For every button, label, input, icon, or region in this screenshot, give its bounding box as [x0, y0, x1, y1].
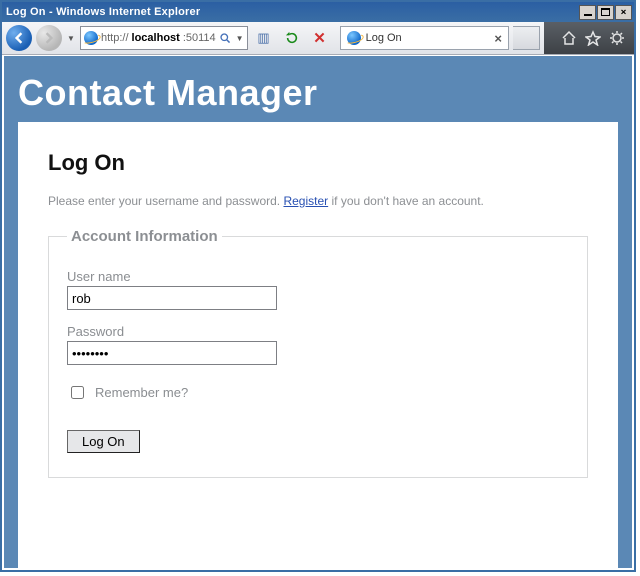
- nav-history-dropdown[interactable]: ▼: [66, 25, 76, 51]
- nav-forward-button[interactable]: [36, 25, 62, 51]
- remember-label: Remember me?: [95, 385, 188, 400]
- page-content: Contact Manager Log On Please enter your…: [18, 66, 618, 568]
- toolbar-right: [544, 22, 634, 54]
- browser-window: Log On - Windows Internet Explorer × ▼ h…: [0, 0, 636, 572]
- tab-title: Log On: [366, 32, 490, 44]
- site-brand: Contact Manager: [18, 72, 618, 114]
- username-input[interactable]: [67, 286, 277, 310]
- favorites-icon[interactable]: [584, 29, 602, 47]
- window-close-button[interactable]: ×: [615, 5, 632, 20]
- nav-back-button[interactable]: [6, 25, 32, 51]
- page-heading: Log On: [48, 150, 588, 176]
- window-maximize-button[interactable]: [597, 5, 614, 20]
- window-minimize-button[interactable]: [579, 5, 596, 20]
- tab-close-icon[interactable]: ×: [494, 31, 502, 46]
- titlebar: Log On - Windows Internet Explorer ×: [2, 2, 634, 22]
- hint-suffix: if you don't have an account.: [328, 194, 484, 208]
- account-fieldset: Account Information User name Password R…: [48, 228, 588, 478]
- new-tab-button[interactable]: [513, 26, 540, 50]
- compat-view-icon[interactable]: ▥: [252, 26, 276, 50]
- page-viewport: Contact Manager Log On Please enter your…: [4, 56, 632, 568]
- search-icon[interactable]: [219, 31, 233, 45]
- refresh-button[interactable]: [280, 26, 304, 50]
- password-label: Password: [67, 324, 569, 339]
- address-dropdown-icon[interactable]: ▼: [236, 34, 244, 43]
- remember-me[interactable]: Remember me?: [67, 383, 569, 402]
- logon-button[interactable]: Log On: [67, 430, 140, 453]
- hint-text: Please enter your username and password.…: [48, 194, 588, 208]
- home-icon[interactable]: [560, 29, 578, 47]
- address-bar[interactable]: http://localhost:50114 ▼: [80, 26, 248, 50]
- fieldset-legend: Account Information: [67, 228, 222, 245]
- content-card: Log On Please enter your username and pa…: [18, 122, 618, 568]
- window-title: Log On - Windows Internet Explorer: [4, 6, 578, 18]
- register-link[interactable]: Register: [283, 194, 328, 208]
- username-label: User name: [67, 269, 569, 284]
- tab-favicon-icon: [347, 31, 361, 45]
- browser-toolbar: ▼ http://localhost:50114 ▼ ▥ ✕ Log On ×: [2, 22, 634, 55]
- url-protocol: http://: [101, 32, 129, 44]
- stop-button[interactable]: ✕: [308, 26, 332, 50]
- password-input[interactable]: [67, 341, 277, 365]
- browser-tab[interactable]: Log On ×: [340, 26, 509, 50]
- url-host: localhost: [132, 32, 180, 44]
- tools-icon[interactable]: [608, 29, 626, 47]
- ie-logo-icon: [84, 31, 98, 45]
- remember-checkbox[interactable]: [71, 386, 84, 399]
- hint-prefix: Please enter your username and password.: [48, 194, 283, 208]
- url-port: :50114: [183, 32, 216, 44]
